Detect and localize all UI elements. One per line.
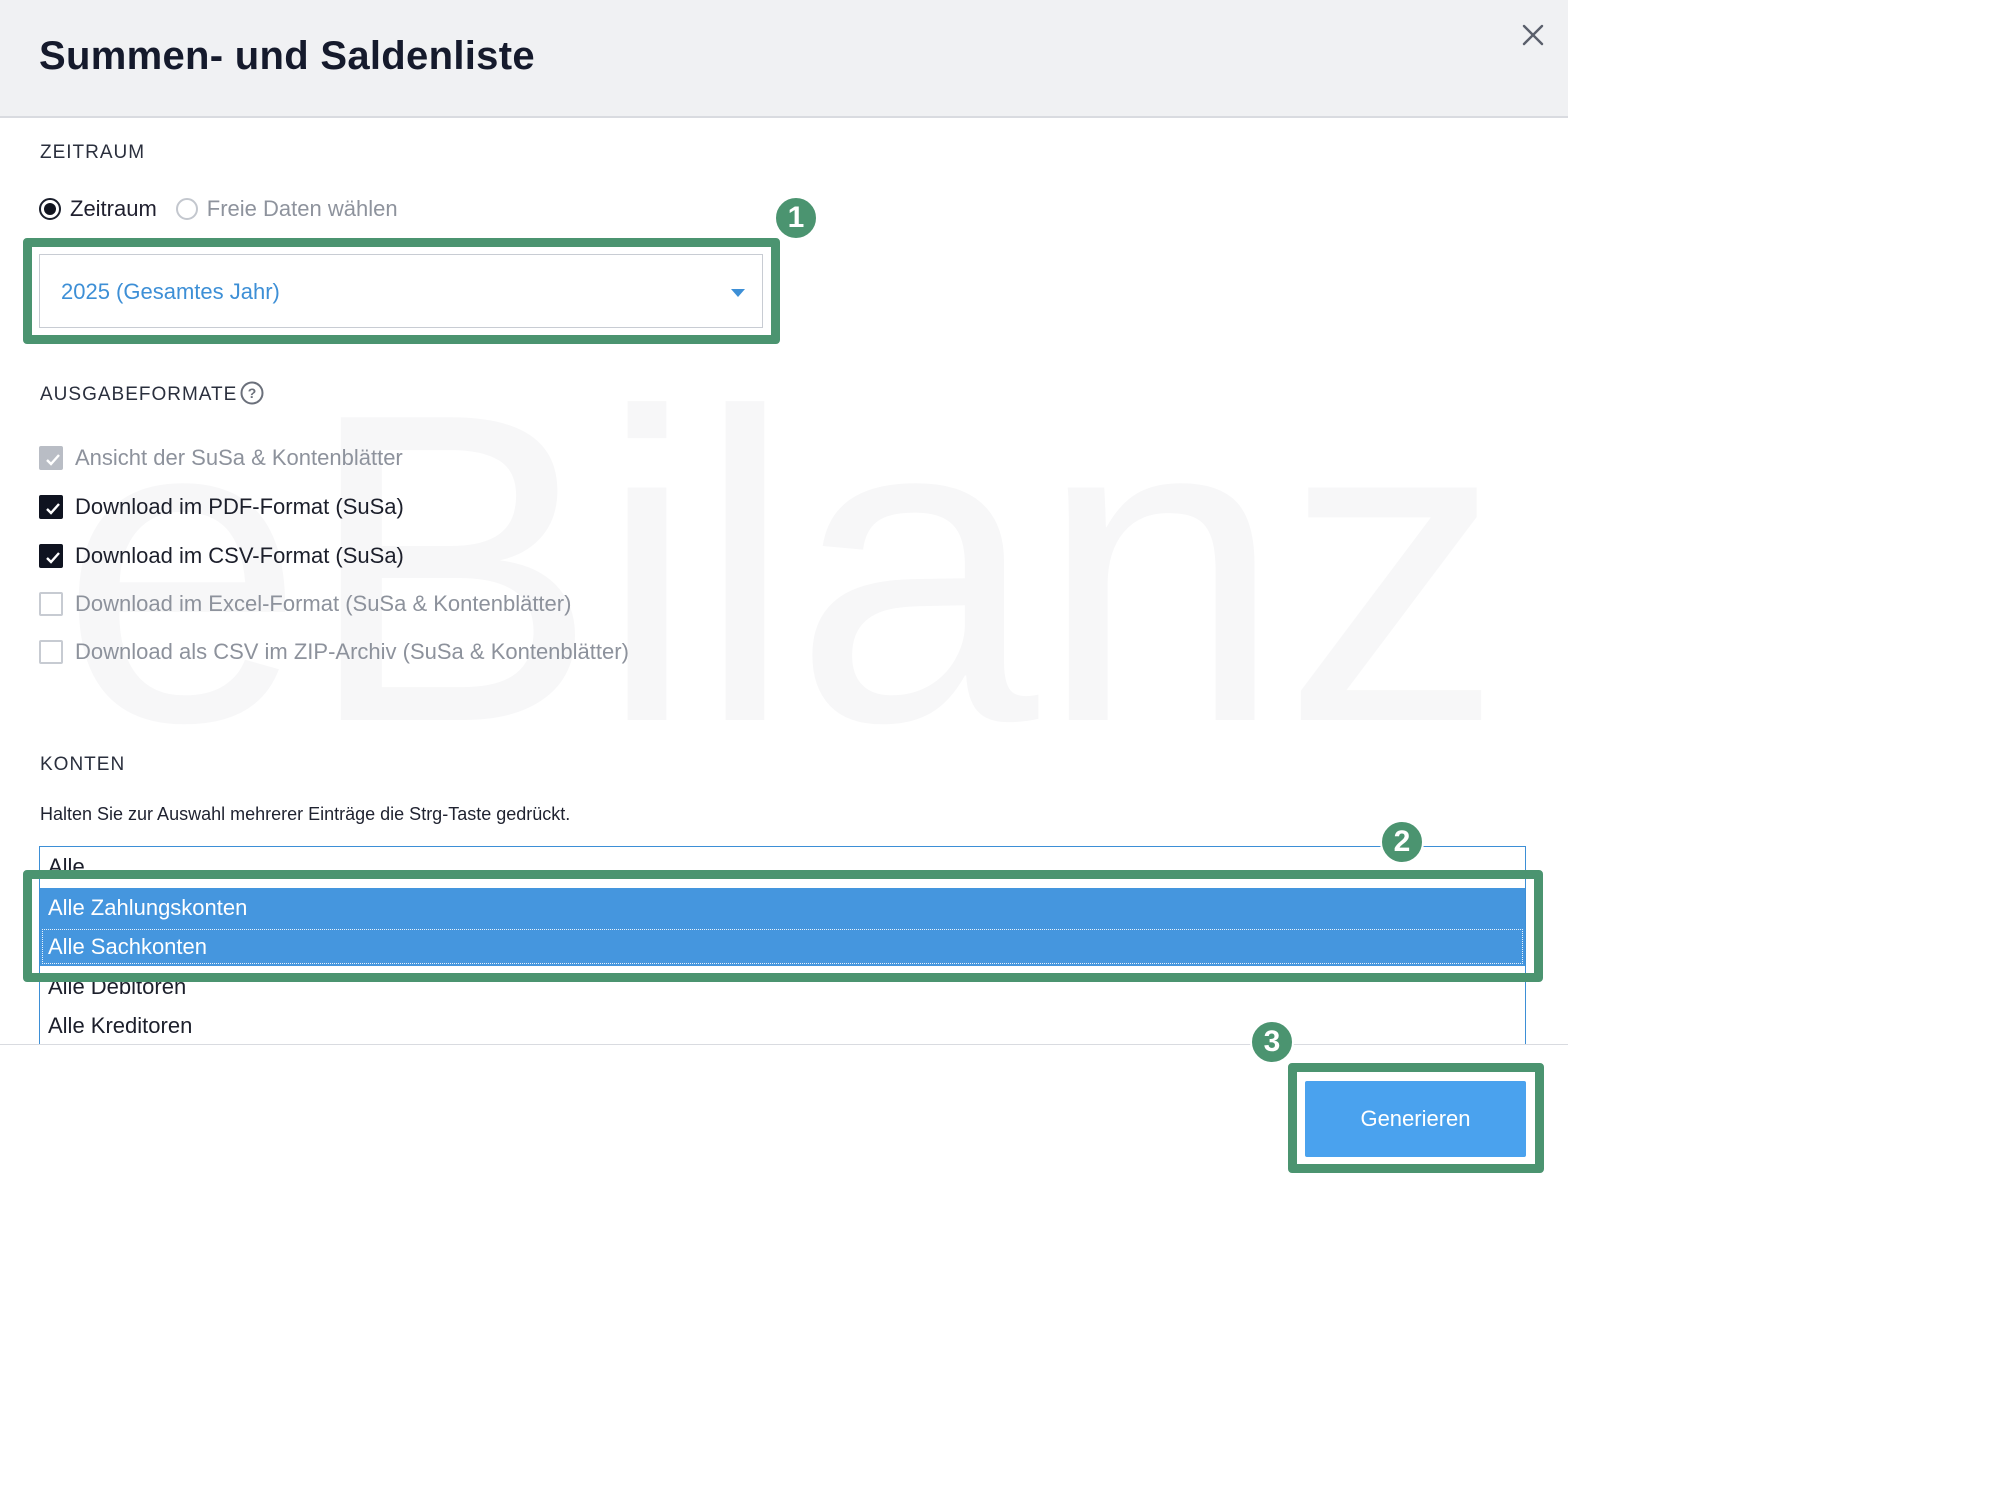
checkbox-pdf-row[interactable]: Download im PDF-Format (SuSa) — [39, 493, 404, 521]
step-badge-3: 3 — [1250, 1020, 1294, 1064]
checkbox-excel-label[interactable]: Download im Excel-Format (SuSa & Kontenb… — [75, 591, 571, 617]
checkbox-excel-row[interactable]: Download im Excel-Format (SuSa & Kontenb… — [39, 590, 571, 618]
check-icon — [46, 454, 60, 466]
listbox-option-kreditoren[interactable]: Alle Kreditoren — [40, 1006, 1525, 1045]
check-icon — [46, 552, 60, 564]
checkbox-ansicht — [39, 446, 63, 470]
checkbox-csv-row[interactable]: Download im CSV-Format (SuSa) — [39, 542, 404, 570]
listbox-option-alle[interactable]: Alle — [40, 847, 1525, 886]
period-select[interactable]: 2025 (Gesamtes Jahr) — [39, 254, 763, 328]
dialog-title: Summen- und Saldenliste — [39, 34, 535, 78]
multi-select-hint: Halten Sie zur Auswahl mehrerer Einträge… — [40, 804, 571, 824]
listbox-option-debitoren[interactable]: Alle Debitoren — [40, 967, 1525, 1006]
step-badge-1: 1 — [774, 196, 818, 240]
section-label-zeitraum: ZEITRAUM — [40, 142, 146, 163]
radio-zeitraum-label[interactable]: Zeitraum — [70, 196, 157, 222]
checkbox-csv[interactable] — [39, 544, 63, 568]
radio-freie-daten-label[interactable]: Freie Daten wählen — [207, 196, 398, 222]
checkbox-zip-label[interactable]: Download als CSV im ZIP-Archiv (SuSa & K… — [75, 639, 629, 665]
generate-button[interactable]: Generieren — [1305, 1081, 1526, 1157]
accounts-listbox[interactable]: Alle Alle Zahlungskonten Alle Sachkonten… — [39, 846, 1526, 1046]
checkbox-pdf[interactable] — [39, 495, 63, 519]
period-select-value: 2025 (Gesamtes Jahr) — [61, 279, 280, 304]
listbox-option-zahlungskonten[interactable]: Alle Zahlungskonten — [40, 888, 1525, 927]
svg-text:eBilanz+: eBilanz+ — [60, 380, 1520, 760]
radio-freie-daten[interactable] — [175, 198, 198, 220]
checkbox-zip-row[interactable]: Download als CSV im ZIP-Archiv (SuSa & K… — [39, 638, 629, 666]
close-button[interactable] — [1516, 18, 1550, 52]
caret-down-icon — [731, 289, 745, 297]
checkbox-excel[interactable] — [39, 592, 63, 616]
checkbox-zip[interactable] — [39, 640, 63, 664]
check-icon — [46, 503, 60, 515]
checkbox-ansicht-row: Ansicht der SuSa & Kontenblätter — [39, 444, 403, 472]
checkbox-csv-label[interactable]: Download im CSV-Format (SuSa) — [75, 543, 404, 569]
question-circle-icon[interactable]: ? — [240, 381, 264, 405]
watermark-logo: eBilanz+ — [60, 380, 1520, 760]
radio-zeitraum[interactable] — [39, 198, 61, 220]
step-badge-2: 2 — [1380, 820, 1424, 864]
section-label-konten: KONTEN — [40, 754, 126, 775]
checkbox-ansicht-label: Ansicht der SuSa & Kontenblätter — [75, 445, 403, 470]
listbox-option-sachkonten[interactable]: Alle Sachkonten — [40, 927, 1525, 966]
checkbox-pdf-label[interactable]: Download im PDF-Format (SuSa) — [75, 494, 404, 520]
period-radio-group: Zeitraum Freie Daten wählen — [39, 194, 417, 224]
dialog-header: Summen- und Saldenliste — [0, 0, 1568, 118]
svg-text:?: ? — [248, 385, 257, 401]
section-label-ausgabeformate: AUSGABEFORMATE — [40, 384, 238, 405]
close-icon — [1522, 24, 1544, 46]
